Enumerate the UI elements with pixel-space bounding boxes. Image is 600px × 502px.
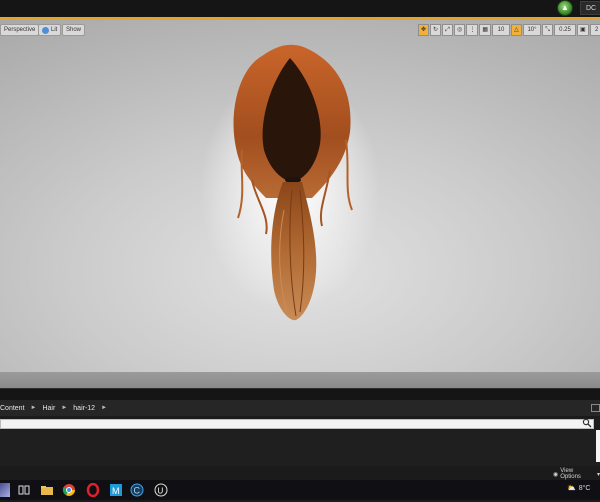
source-control-status-icon[interactable]: ▲ bbox=[557, 0, 573, 16]
task-view-icon[interactable] bbox=[17, 483, 31, 497]
view-options-button[interactable]: ◉ View Options ▾ bbox=[553, 468, 600, 480]
chevron-right-icon[interactable]: ► bbox=[31, 405, 37, 411]
file-explorer-icon[interactable] bbox=[40, 483, 54, 497]
svg-text:C: C bbox=[134, 486, 141, 496]
asset-thumbnail[interactable] bbox=[596, 430, 600, 462]
weather-widget[interactable]: ⛅ 8°C bbox=[567, 484, 591, 493]
chevron-right-icon[interactable]: ► bbox=[61, 405, 67, 411]
breadcrumb-hair-12[interactable]: hair-12 bbox=[73, 405, 95, 412]
eye-icon: ◉ bbox=[553, 471, 559, 478]
hair-model[interactable] bbox=[0, 20, 600, 388]
content-browser-path-bar: Content ► Hair ► hair-12 ► bbox=[0, 400, 600, 416]
app-m-icon[interactable]: M bbox=[109, 483, 123, 497]
asset-view: ◉ View Options ▾ bbox=[0, 430, 600, 480]
window-tab[interactable]: DC bbox=[580, 1, 600, 15]
app-c-icon[interactable]: C bbox=[130, 483, 144, 497]
asset-search-input[interactable] bbox=[0, 419, 594, 429]
chrome-icon[interactable] bbox=[62, 483, 76, 497]
start-icon[interactable] bbox=[0, 483, 10, 497]
view-options-label: View Options bbox=[560, 468, 581, 480]
svg-text:M: M bbox=[112, 486, 120, 496]
floor-plane bbox=[0, 372, 600, 388]
search-icon[interactable] bbox=[582, 418, 592, 428]
chevron-right-icon[interactable]: ► bbox=[101, 405, 107, 411]
level-viewport[interactable]: Perspective Lit Show ✥ ↻ ⤢ ◎ ⋮ ▦ 10 △ 10… bbox=[0, 20, 600, 388]
cloud-sun-icon: ⛅ bbox=[567, 485, 576, 492]
search-row bbox=[0, 418, 600, 430]
breadcrumb-content[interactable]: Content bbox=[0, 405, 25, 412]
title-bar: ▲ DC bbox=[0, 0, 600, 17]
lock-icon[interactable] bbox=[591, 404, 600, 412]
windows-taskbar: M C U ⛅ 8°C bbox=[0, 480, 600, 500]
weather-temperature: 8°C bbox=[578, 484, 591, 492]
breadcrumb-hair[interactable]: Hair bbox=[42, 405, 55, 412]
svg-text:U: U bbox=[158, 487, 164, 496]
opera-icon[interactable] bbox=[86, 482, 100, 498]
unreal-engine-icon[interactable]: U bbox=[154, 483, 168, 497]
